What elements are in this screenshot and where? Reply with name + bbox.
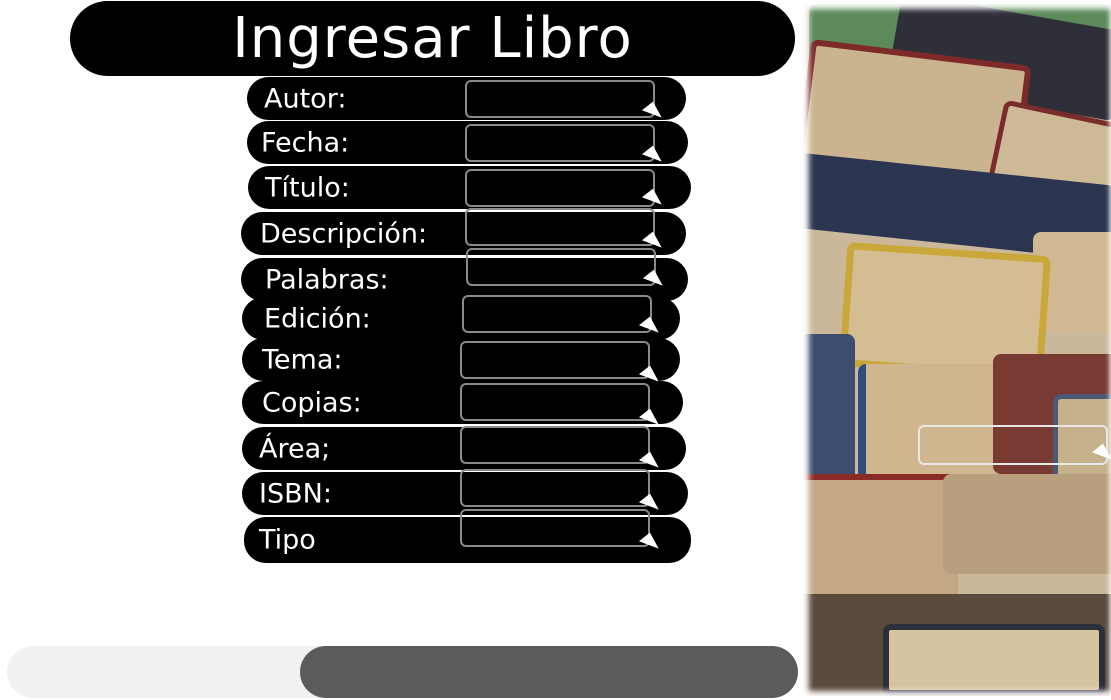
descripcion-input[interactable] xyxy=(465,208,655,246)
form-row-autor: Autor: xyxy=(247,77,686,125)
autor-input[interactable] xyxy=(465,80,655,118)
form-row-copias: Copias: xyxy=(242,381,683,432)
tipo-input[interactable] xyxy=(460,509,650,547)
field-label-area: Área; xyxy=(259,433,331,464)
fecha-input[interactable] xyxy=(465,124,655,162)
field-label-palabras: Palabras: xyxy=(265,264,389,295)
tema-input[interactable] xyxy=(460,341,650,379)
edicion-input[interactable] xyxy=(462,295,652,333)
form-row-tema: Tema: xyxy=(242,338,680,389)
field-label-edicion: Edición: xyxy=(264,303,371,334)
form-row-edicion: Edición: xyxy=(242,295,680,340)
page-title-bar: Ingresar Libro xyxy=(70,1,795,76)
submit-button[interactable] xyxy=(300,646,798,698)
field-label-fecha: Fecha: xyxy=(261,127,350,158)
field-label-autor: Autor: xyxy=(264,83,347,114)
field-label-isbn: ISBN: xyxy=(259,478,332,509)
field-label-copias: Copias: xyxy=(262,387,362,418)
page-title: Ingresar Libro xyxy=(232,6,633,71)
form-row-titulo: Título: xyxy=(248,166,691,212)
stacked-books-image xyxy=(803,4,1111,696)
field-label-tipo: Tipo xyxy=(259,524,316,556)
form-row-area: Área; xyxy=(242,426,686,475)
field-label-tema: Tema: xyxy=(262,344,343,375)
side-input[interactable] xyxy=(918,425,1108,465)
form-row-tipo: Tipo xyxy=(244,509,691,563)
titulo-input[interactable] xyxy=(465,169,655,207)
form-row-fecha: Fecha: xyxy=(247,121,688,169)
isbn-input[interactable] xyxy=(460,469,650,507)
field-label-titulo: Título: xyxy=(265,172,350,203)
palabras-input[interactable] xyxy=(466,248,656,286)
area-input[interactable] xyxy=(460,426,650,464)
field-label-descripcion: Descripción: xyxy=(260,218,428,249)
copias-input[interactable] xyxy=(460,383,650,421)
